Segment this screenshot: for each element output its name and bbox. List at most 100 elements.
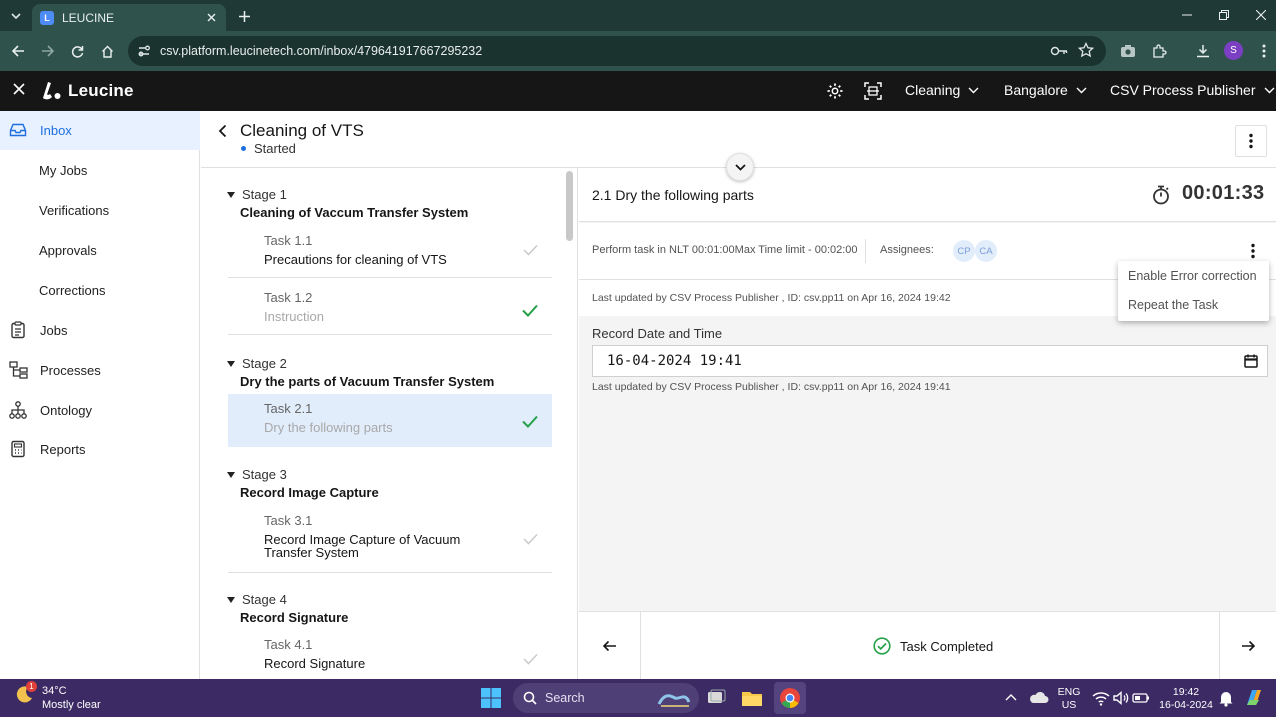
tab-title: LEUCINE <box>62 10 115 25</box>
sidebar-item-approvals[interactable]: Approvals <box>0 231 200 270</box>
onedrive-cloud-icon[interactable] <box>1028 687 1050 709</box>
assignee-avatar[interactable]: CA <box>975 240 997 262</box>
stage-header[interactable]: Stage 1 Cleaning of Vaccum Transfer Syst… <box>227 187 468 220</box>
browser-tab-bar: L LEUCINE <box>0 0 1276 31</box>
task-last-updated: Last updated by CSV Process Publisher , … <box>592 292 951 304</box>
stage-list: Stage 1 Cleaning of Vaccum Transfer Syst… <box>201 168 578 679</box>
sidebar-item-jobs[interactable]: Jobs <box>0 311 200 350</box>
sidebar-item-ontology[interactable]: Ontology <box>0 391 200 430</box>
back-arrow-icon[interactable] <box>217 124 229 138</box>
task-item-selected[interactable]: Task 2.1 Dry the following parts <box>228 394 552 447</box>
show-hidden-icons-chevron-icon[interactable] <box>1000 687 1022 709</box>
close-tab-icon[interactable] <box>202 9 220 27</box>
next-task-button[interactable] <box>1219 612 1276 680</box>
assignees-label: Assignees: <box>880 244 934 256</box>
check-circle-icon <box>873 637 891 655</box>
calendar-icon[interactable] <box>1244 354 1258 368</box>
stage-number: Stage 2 <box>242 356 287 371</box>
task-item[interactable]: Task 1.1 Precautions for cleaning of VTS <box>228 226 552 278</box>
site-info-icon[interactable] <box>136 43 152 59</box>
menu-item-repeat-task[interactable]: Repeat the Task <box>1128 298 1218 312</box>
extensions-puzzle-icon[interactable] <box>1149 41 1169 61</box>
stage-header[interactable]: Stage 2 Dry the parts of Vacuum Transfer… <box>227 356 494 389</box>
task-more-options-button[interactable] <box>1241 239 1265 263</box>
stage-header[interactable]: Stage 4 Record Signature <box>227 592 348 625</box>
close-window-button[interactable] <box>1251 6 1271 24</box>
browser-menu-icon[interactable] <box>1254 41 1274 61</box>
settings-gear-icon[interactable] <box>826 82 844 100</box>
arrow-right-icon <box>41 45 54 57</box>
field-last-updated: Last updated by CSV Process Publisher , … <box>592 381 951 393</box>
language-line-2: US <box>1061 699 1077 711</box>
camera-extension-icon[interactable] <box>1118 41 1138 61</box>
volume-icon[interactable] <box>1110 687 1132 709</box>
role-dropdown-label: CSV Process Publisher <box>1110 82 1256 98</box>
menu-item-enable-error-correction[interactable]: Enable Error correction <box>1128 269 1257 283</box>
battery-icon[interactable] <box>1130 687 1152 709</box>
new-tab-button[interactable] <box>234 6 254 26</box>
reload-button[interactable] <box>67 41 87 61</box>
clock[interactable]: 19:42 16-04-2024 <box>1158 686 1214 712</box>
scrollbar-thumb[interactable] <box>566 171 573 241</box>
windows-start-icon[interactable] <box>480 687 502 709</box>
minimize-button[interactable] <box>1177 6 1197 24</box>
sidebar-item-verifications[interactable]: Verifications <box>0 191 200 230</box>
scan-icon[interactable] <box>864 82 882 100</box>
task-item[interactable]: Task 3.1 Record Image Capture of Vacuum … <box>228 506 552 573</box>
sidebar-item-label: Ontology <box>40 403 93 418</box>
sidebar-item-my-jobs[interactable]: My Jobs <box>0 151 200 190</box>
weather-widget[interactable]: 1 34°C Mostly clear <box>14 681 101 712</box>
task-pane: 2.1 Dry the following parts 00:01:33 Per… <box>579 168 1276 611</box>
weather-temp: 34°C <box>42 685 67 697</box>
taskbar-search[interactable]: Search <box>513 683 699 713</box>
task-item[interactable]: Task 1.2 Instruction <box>228 283 552 335</box>
process-flow-icon <box>9 361 29 379</box>
stage-header[interactable]: Stage 3 Record Image Capture <box>227 467 379 500</box>
address-bar[interactable]: csv.platform.leucinetech.com/inbox/47964… <box>128 36 1106 66</box>
date-time-input[interactable]: 16-04-2024 19:41 <box>592 345 1268 377</box>
leucine-logo[interactable]: Leucine <box>42 81 134 101</box>
task-view-icon[interactable] <box>705 687 727 709</box>
tab-list-button[interactable] <box>6 6 26 26</box>
forward-button[interactable] <box>37 41 57 61</box>
back-button[interactable] <box>8 41 28 61</box>
clock-time: 19:42 <box>1172 686 1200 698</box>
restore-button[interactable] <box>1214 6 1234 24</box>
stage-name: Dry the parts of Vacuum Transfer System <box>240 374 495 389</box>
sidebar-item-processes[interactable]: Processes <box>0 351 200 390</box>
search-placeholder: Search <box>545 691 585 705</box>
task-name: Dry the following parts <box>264 420 393 435</box>
copilot-icon[interactable] <box>1243 687 1265 709</box>
facility-dropdown[interactable]: Cleaning <box>905 82 979 98</box>
task-item[interactable]: Task 4.1 Record Signature <box>228 630 552 679</box>
task-timing: Perform task in NLT 00:01:00Max Time lim… <box>592 244 858 256</box>
password-key-icon[interactable] <box>1050 43 1068 59</box>
language-indicator[interactable]: ENG US <box>1057 686 1081 712</box>
check-icon <box>523 244 538 256</box>
job-more-options-button[interactable] <box>1235 125 1267 157</box>
task-name: Record Image Capture of Vacuum Transfer … <box>264 532 461 560</box>
chrome-taskbar-button[interactable] <box>774 682 806 714</box>
brand-name: Leucine <box>68 81 134 100</box>
collapse-header-button[interactable] <box>726 153 754 181</box>
assignee-avatar[interactable]: CP <box>953 240 975 262</box>
divider <box>865 239 866 263</box>
chevron-down-icon <box>968 87 979 93</box>
close-icon[interactable] <box>12 82 26 96</box>
home-button[interactable] <box>97 41 117 61</box>
sidebar-item-reports[interactable]: Reports <box>0 430 200 469</box>
profile-avatar[interactable]: S <box>1224 41 1243 60</box>
sidebar-item-corrections[interactable]: Corrections <box>0 271 200 310</box>
role-dropdown[interactable]: CSV Process Publisher <box>1110 82 1275 98</box>
sidebar-item-inbox[interactable]: Inbox <box>0 111 200 150</box>
previous-task-button[interactable] <box>579 612 641 680</box>
wifi-icon[interactable] <box>1090 687 1112 709</box>
notification-bell-icon[interactable] <box>1215 687 1237 709</box>
file-explorer-icon[interactable] <box>741 687 763 709</box>
site-dropdown[interactable]: Bangalore <box>1004 82 1087 98</box>
browser-tab[interactable]: L LEUCINE <box>32 4 226 31</box>
download-icon[interactable] <box>1193 41 1213 61</box>
home-icon <box>101 45 113 58</box>
stopwatch-icon <box>1152 185 1170 205</box>
bookmark-star-icon[interactable] <box>1078 42 1094 58</box>
